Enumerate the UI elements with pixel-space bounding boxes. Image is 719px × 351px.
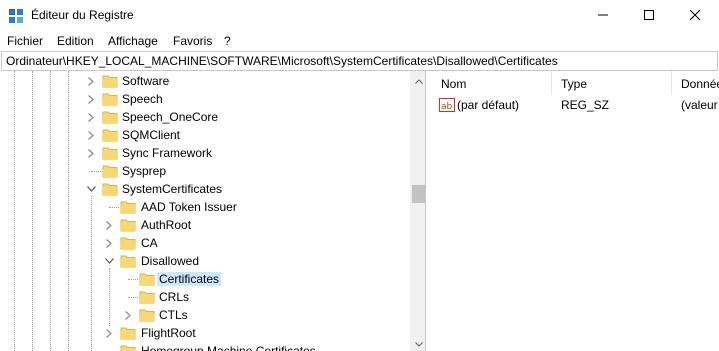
menu-help[interactable]: ? [224, 34, 231, 48]
tree-item-label: SystemCertificates [122, 182, 223, 196]
chevron-right-icon[interactable] [85, 93, 97, 105]
regedit-icon [8, 8, 24, 24]
chevron-right-icon[interactable] [85, 147, 97, 159]
tree-item-label: Software [122, 74, 170, 88]
folder-icon [102, 127, 118, 143]
tree-item-software[interactable]: Software [1, 72, 409, 90]
chevron-right-icon[interactable] [103, 237, 115, 249]
scroll-thumb[interactable] [412, 185, 425, 203]
folder-icon [120, 253, 136, 269]
maximize-button[interactable] [626, 0, 672, 31]
folder-icon [102, 181, 118, 197]
value-name: (par défaut) [457, 98, 520, 112]
tree-item-label: Speech_OneCore [122, 110, 219, 124]
value-data: (valeur non définie) [681, 98, 719, 112]
folder-icon [139, 289, 155, 305]
tree-item-label: AuthRoot [141, 218, 192, 232]
svg-text:ab: ab [441, 102, 453, 112]
tree-item-homegroup-machine-certificates[interactable]: Homegroup Machine Certificates [1, 342, 409, 351]
menu-view[interactable]: Affichage [108, 34, 158, 48]
tree-item-aad-token-issuer[interactable]: AAD Token Issuer [1, 198, 409, 216]
tree-item-speech[interactable]: Speech [1, 90, 409, 108]
tree-item-label: Disallowed [141, 254, 200, 268]
menu-edit[interactable]: Edition [57, 34, 94, 48]
values-pane: Nom Type Données ab (par défaut) REG_SZ … [430, 71, 719, 351]
column-header-type[interactable]: Type [561, 71, 587, 95]
tree-guide-line [91, 171, 101, 172]
title-bar: Éditeur du Registre [0, 0, 719, 32]
tree-item-disallowed[interactable]: Disallowed [1, 252, 409, 270]
chevron-right-icon[interactable] [103, 219, 115, 231]
tree-item-flightroot[interactable]: FlightRoot [1, 324, 409, 342]
chevron-right-icon[interactable] [85, 129, 97, 141]
folder-icon [120, 235, 136, 251]
tree-item-label: CRLs [159, 290, 190, 304]
folder-icon [120, 343, 136, 351]
chevron-down-icon[interactable] [85, 183, 97, 195]
chevron-down-icon [414, 336, 423, 350]
folder-icon [102, 163, 118, 179]
folder-open-icon [139, 271, 155, 287]
tree-item-speech-onecore[interactable]: Speech_OneCore [1, 108, 409, 126]
folder-icon [120, 199, 136, 215]
folder-icon [102, 73, 118, 89]
tree-item-label: Homegroup Machine Certificates [141, 344, 316, 351]
tree-item-label: AAD Token Issuer [141, 200, 237, 214]
tree-item-ctls[interactable]: CTLs [1, 306, 409, 324]
chevron-down-icon[interactable] [103, 255, 115, 267]
string-value-icon: ab [439, 97, 455, 113]
address-bar[interactable]: Ordinateur\HKEY_LOCAL_MACHINE\SOFTWARE\M… [1, 51, 718, 71]
tree-item-ca[interactable]: CA [1, 234, 409, 252]
menu-favorites[interactable]: Favoris [173, 34, 212, 48]
address-path: Ordinateur\HKEY_LOCAL_MACHINE\SOFTWARE\M… [6, 54, 558, 68]
tree-item-label: CA [141, 236, 158, 250]
chevron-right-icon[interactable] [85, 75, 97, 87]
folder-icon [139, 307, 155, 323]
close-button[interactable] [672, 0, 718, 31]
column-header-name[interactable]: Nom [441, 71, 466, 95]
chevron-right-icon[interactable] [103, 327, 115, 339]
chevron-right-icon[interactable] [85, 111, 97, 123]
value-row[interactable]: ab (par défaut) REG_SZ (valeur non défin… [430, 96, 719, 114]
tree-item-certificates[interactable]: Certificates [1, 270, 409, 288]
scroll-down-button[interactable] [410, 334, 425, 351]
chevron-right-icon[interactable] [122, 309, 134, 321]
tree-guide-line [109, 207, 119, 208]
menu-bar: Fichier Edition Affichage Favoris ? [0, 32, 719, 51]
tree-item-label: FlightRoot [141, 326, 196, 340]
minimize-icon [598, 9, 608, 23]
folder-icon [120, 325, 136, 341]
tree-item-label: Certificates [157, 272, 222, 286]
folder-icon [102, 91, 118, 107]
tree-item-crls[interactable]: CRLs [1, 288, 409, 306]
tree-item-label: SQMClient [122, 128, 181, 142]
tree-item-sysprep[interactable]: Sysprep [1, 162, 409, 180]
chevron-up-icon [414, 73, 423, 87]
minimize-button[interactable] [580, 0, 626, 31]
tree-pane: Software Speech Speech_OneCore SQMClient Syn… [1, 71, 426, 351]
menu-file[interactable]: Fichier [7, 34, 43, 48]
tree-item-authroot[interactable]: AuthRoot [1, 216, 409, 234]
tree-item-label: Speech [122, 92, 163, 106]
value-type: REG_SZ [561, 98, 610, 112]
maximize-icon [644, 9, 654, 23]
window-title: Éditeur du Registre [31, 8, 134, 22]
tree-item-label: CTLs [159, 308, 188, 322]
folder-icon [120, 217, 136, 233]
tree-item-label: Sysprep [122, 164, 167, 178]
scroll-up-button[interactable] [410, 71, 425, 88]
column-separator[interactable] [671, 71, 672, 95]
tree-guide-line [128, 297, 138, 298]
column-separator[interactable] [551, 71, 552, 95]
tree-item-systemcertificates[interactable]: SystemCertificates [1, 180, 409, 198]
tree-guide-line [128, 279, 138, 280]
folder-icon [102, 145, 118, 161]
close-icon [689, 9, 701, 23]
tree-item-sync-framework[interactable]: Sync Framework [1, 144, 409, 162]
column-header-data[interactable]: Données [681, 71, 719, 95]
tree-item-label: Sync Framework [122, 146, 213, 160]
vertical-scrollbar[interactable] [410, 71, 425, 351]
folder-icon [102, 109, 118, 125]
tree-item-sqmclient[interactable]: SQMClient [1, 126, 409, 144]
